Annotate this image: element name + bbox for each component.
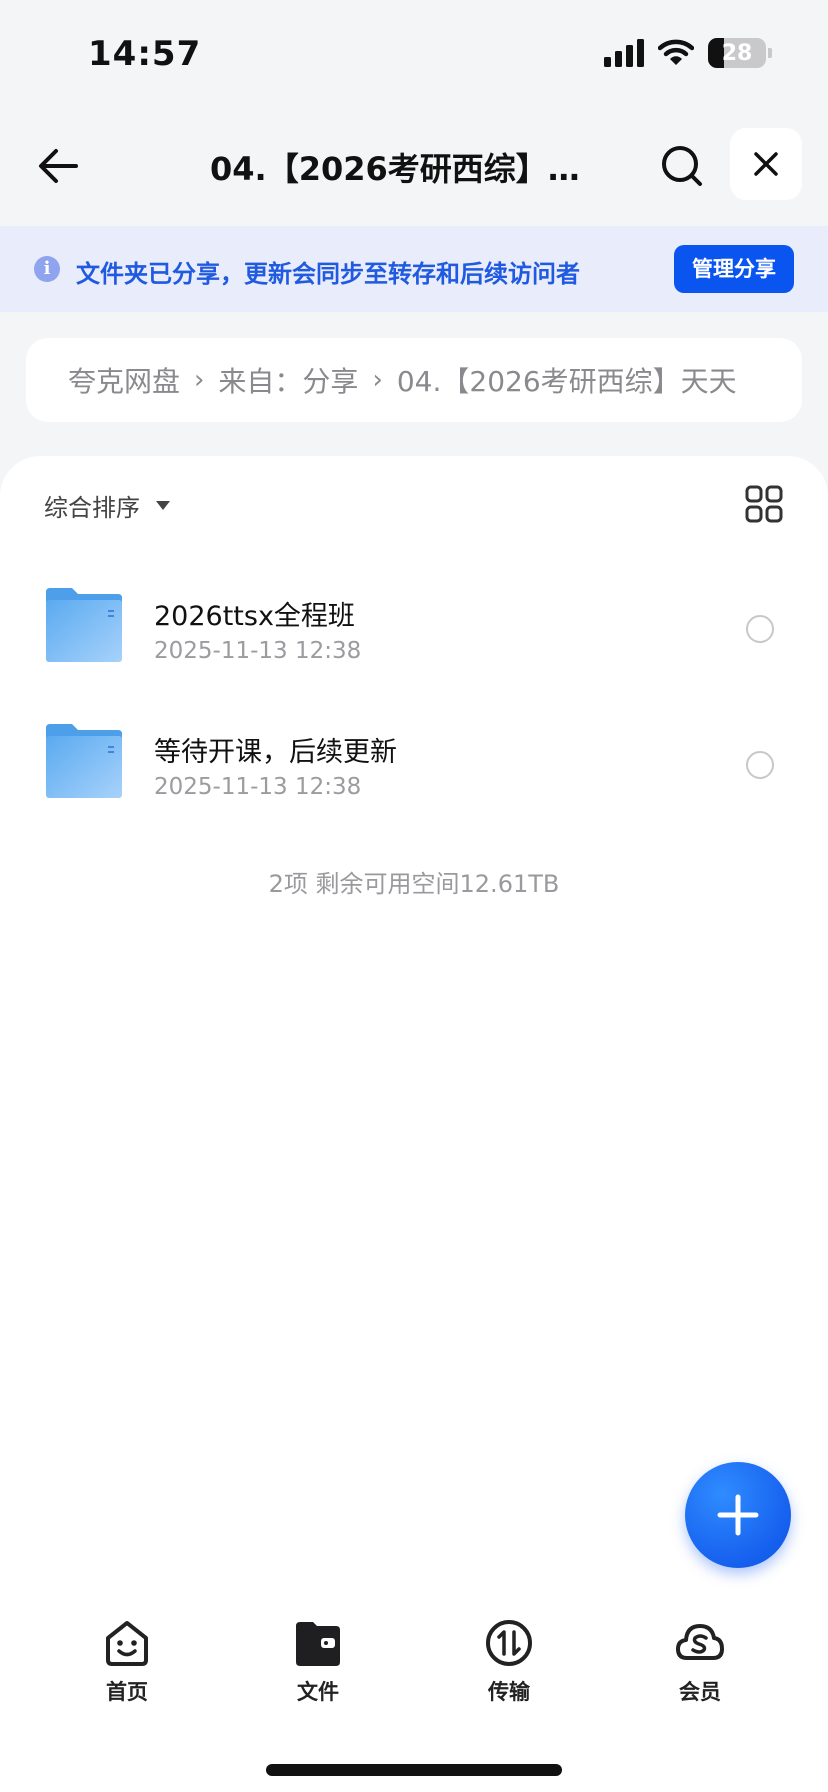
- folder-icon: [46, 724, 122, 798]
- file-row[interactable]: 2026ttsx全程班 2025-11-13 12:38: [0, 578, 828, 688]
- back-button[interactable]: [30, 138, 86, 194]
- add-button[interactable]: [685, 1462, 791, 1568]
- member-cloud-icon: [676, 1624, 724, 1660]
- status-time: 14:57: [88, 34, 202, 74]
- manage-share-button[interactable]: 管理分享: [674, 245, 794, 293]
- tab-label: 首页: [106, 1680, 148, 1704]
- tab-label: 传输: [488, 1680, 530, 1704]
- close-button[interactable]: [730, 128, 802, 200]
- storage-summary: 2项 剩余可用空间12.61TB: [268, 870, 560, 898]
- select-radio[interactable]: [746, 615, 774, 643]
- tab-member[interactable]: 会员: [640, 1618, 760, 1718]
- chevron-right-icon: ›: [372, 365, 383, 395]
- tab-label: 文件: [297, 1680, 339, 1704]
- chevron-right-icon: ›: [194, 365, 205, 395]
- battery-level: 28: [721, 40, 753, 66]
- breadcrumb-item-current: 04.【2026考研西综】天天: [396, 365, 737, 398]
- home-indicator: [266, 1764, 562, 1776]
- breadcrumb-item-root[interactable]: 夸克网盘: [68, 360, 180, 400]
- transfer-icon: [486, 1620, 532, 1666]
- tab-label: 会员: [679, 1680, 721, 1704]
- caret-down-icon: [156, 501, 170, 510]
- file-folder-icon: [296, 1622, 340, 1666]
- cellular-signal-icon: [604, 39, 644, 67]
- folder-icon: [46, 588, 122, 662]
- home-smile-icon: [106, 1621, 148, 1666]
- plus-icon: [717, 1494, 759, 1536]
- nav-header: 04.【2026考研西综】天天: [0, 110, 828, 226]
- file-date: 2025-11-13 12:38: [154, 774, 362, 800]
- tab-files[interactable]: 文件: [258, 1618, 378, 1718]
- share-banner: i 文件夹已分享，更新会同步至转存和后续访问者 管理分享: [0, 226, 828, 312]
- status-icons: 28: [604, 38, 772, 68]
- search-icon: [662, 146, 702, 186]
- status-bar: 14:57 28: [0, 0, 828, 110]
- grid-view-icon[interactable]: [744, 484, 784, 524]
- sort-dropdown[interactable]: 综合排序: [44, 488, 170, 523]
- tab-transfer[interactable]: 传输: [449, 1618, 569, 1718]
- search-button[interactable]: [654, 138, 710, 194]
- file-name: 2026ttsx全程班: [154, 601, 355, 632]
- tab-bar: 首页 文件 传输 会员: [0, 1600, 828, 1792]
- file-list-panel: 综合排序 2026ttsx全程班 2025-11-13 12:38 等待开课，后…: [0, 456, 828, 1792]
- breadcrumb-item-share[interactable]: 来自：分享: [218, 360, 358, 400]
- page-title: 04.【2026考研西综】天天: [210, 150, 610, 188]
- info-icon: i: [34, 256, 60, 282]
- file-row[interactable]: 等待开课，后续更新 2025-11-13 12:38: [0, 714, 828, 824]
- wifi-icon: [658, 39, 694, 65]
- battery-icon: 28: [708, 38, 766, 68]
- arrow-left-icon: [39, 149, 78, 183]
- file-name: 等待开课，后续更新: [154, 737, 397, 768]
- close-icon: [754, 152, 778, 176]
- share-banner-text: 文件夹已分享，更新会同步至转存和后续访问者: [76, 260, 580, 288]
- sort-label: 综合排序: [44, 494, 140, 522]
- tab-home[interactable]: 首页: [67, 1618, 187, 1718]
- select-radio[interactable]: [746, 751, 774, 779]
- breadcrumb: 夸克网盘 › 来自：分享 › 04.【2026考研西综】天天: [26, 338, 802, 422]
- file-date: 2025-11-13 12:38: [154, 638, 362, 664]
